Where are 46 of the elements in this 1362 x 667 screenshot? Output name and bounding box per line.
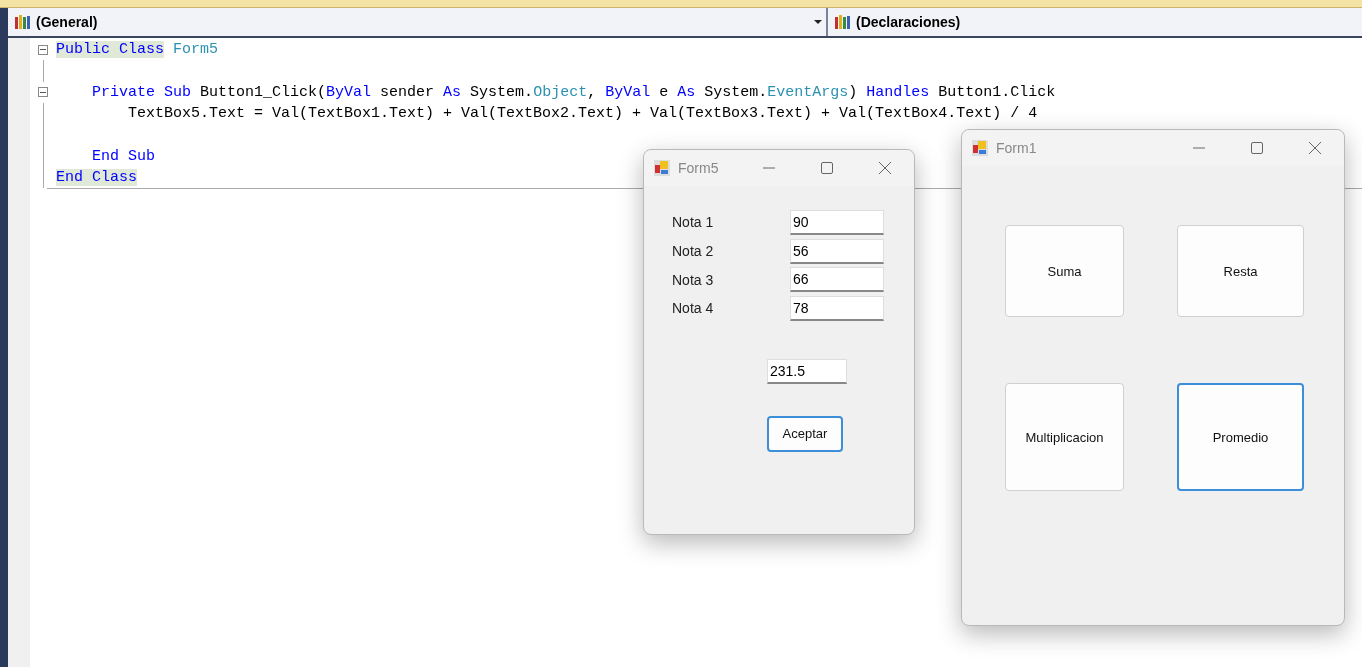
code-text: End Class: [56, 168, 137, 186]
dropdown-field[interactable]: (General): [8, 8, 828, 36]
fold-guide: [42, 60, 44, 82]
input-field[interactable]: 66: [790, 267, 884, 293]
book-icon: [14, 14, 32, 30]
result-field[interactable]: 231.5: [767, 358, 847, 384]
field-label: Nota 1: [672, 214, 715, 231]
input-field[interactable]: 78: [790, 295, 884, 321]
code-text: e: [658, 83, 670, 101]
code-text: ByVal: [326, 83, 372, 101]
operation-button[interactable]: Resta: [1177, 225, 1304, 317]
code-text: Button1.Click: [937, 83, 1056, 101]
field-label: Nota 3: [672, 271, 715, 288]
code-text: sender: [379, 83, 436, 101]
window-title: Form5: [678, 160, 720, 176]
book-icon: [834, 14, 852, 30]
code-text: System.: [469, 83, 534, 101]
code-text: System.: [703, 83, 768, 101]
operation-button[interactable]: Multiplicacion: [1005, 383, 1124, 491]
window-title: Form1: [996, 140, 1038, 156]
input-field[interactable]: 90: [790, 209, 884, 235]
code-text: Button1_Click(: [199, 83, 327, 101]
field-label: Nota 2: [672, 243, 715, 260]
code-text: As: [443, 83, 462, 101]
code-text: Handles: [866, 83, 930, 101]
accept-button[interactable]: Aceptar: [767, 415, 843, 452]
code-text: Private Sub: [92, 83, 192, 101]
code-text: ,: [587, 83, 598, 101]
code-text: ByVal: [605, 83, 651, 101]
collapse-icon[interactable]: [38, 44, 48, 55]
code-text: TextBox5.Text = Val(TextBox1.Text) + Val(TextBox2.Text) + Val(TextBox3.Text) + Val(TextBox4.Text) / 4: [128, 105, 1038, 123]
code-text: Form5: [172, 41, 219, 59]
code-text: End Sub: [92, 147, 155, 165]
operation-button[interactable]: Suma: [1005, 225, 1124, 317]
code-text: As: [677, 83, 696, 101]
code-text: Public Class: [56, 41, 165, 59]
field-label: Nota 4: [672, 300, 715, 317]
code-text: Object: [533, 83, 588, 101]
operation-button[interactable]: Promedio: [1177, 383, 1304, 491]
collapse-icon[interactable]: [38, 87, 48, 98]
code-text: EventArgs: [767, 83, 849, 101]
input-field[interactable]: 56: [790, 238, 884, 264]
app-icon: [654, 160, 670, 176]
app-icon: [972, 140, 988, 156]
code-text: ): [848, 83, 859, 101]
dropdown-field[interactable]: (Declaraciones): [828, 8, 1362, 36]
